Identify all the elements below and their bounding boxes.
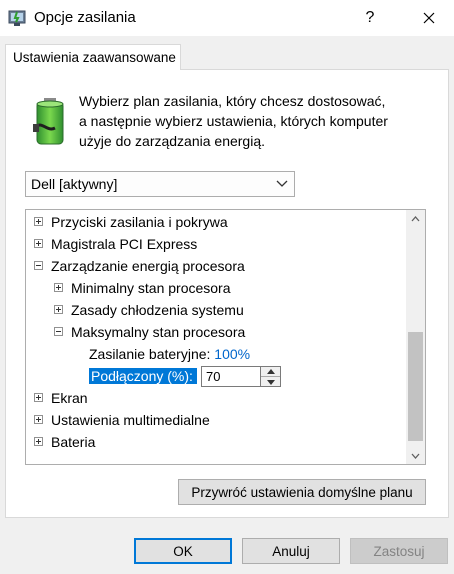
spin-up-button[interactable] [261,367,280,377]
collapse-minus-icon[interactable] [34,261,43,270]
help-button[interactable]: ? [347,0,393,36]
title-bar: Opcje zasilania ? [0,0,454,36]
tab-advanced-settings[interactable]: Ustawienia zaawansowane [5,44,181,70]
scroll-thumb[interactable] [408,332,423,441]
chevron-up-icon [411,215,420,221]
intro-text: Wybierz plan zasilania, który chcesz dos… [79,93,388,149]
expand-plus-icon[interactable] [54,283,63,292]
triangle-up-icon [266,369,275,374]
plugged-in-label: Podłączony (%): [89,368,197,384]
settings-tree[interactable]: Przyciski zasilania i pokrywa Magistrala… [25,209,426,465]
power-options-app-icon [8,10,26,26]
tree-item-plugged-in[interactable]: Podłączony (%): 70 [89,365,389,387]
close-button[interactable] [403,0,454,36]
on-battery-label: Zasilanie bateryjne: [89,346,211,362]
plugged-in-spinner[interactable] [261,366,281,387]
expand-plus-icon[interactable] [34,393,43,402]
scroll-down-button[interactable] [406,447,425,464]
chevron-down-icon [276,180,288,187]
on-battery-value-link[interactable]: 100% [214,346,250,362]
close-icon [423,12,434,24]
expand-plus-icon[interactable] [34,415,43,424]
cancel-button[interactable]: Anuluj [242,538,340,564]
power-plan-select[interactable]: Dell [aktywny] [25,171,295,197]
tree-item-on-battery[interactable]: Zasilanie bateryjne: 100% [89,343,250,365]
scroll-up-button[interactable] [406,210,425,227]
expand-plus-icon[interactable] [54,305,63,314]
expand-plus-icon[interactable] [34,437,43,446]
battery-icon [33,98,64,145]
collapse-minus-icon[interactable] [54,327,63,336]
power-plan-value: Dell [aktywny] [31,176,118,192]
plugged-in-value-input[interactable]: 70 [201,366,261,387]
restore-defaults-button[interactable]: Przywróć ustawienia domyślne planu [178,479,426,505]
apply-button[interactable]: Zastosuj [350,538,448,564]
chevron-down-icon [411,453,420,459]
window-title: Opcje zasilania [34,9,136,26]
triangle-down-icon [266,379,275,385]
spin-down-button[interactable] [261,377,280,387]
expand-plus-icon[interactable] [34,217,43,226]
vertical-scrollbar[interactable] [406,210,425,464]
ok-button[interactable]: OK [134,538,232,564]
expand-plus-icon[interactable] [34,239,43,248]
